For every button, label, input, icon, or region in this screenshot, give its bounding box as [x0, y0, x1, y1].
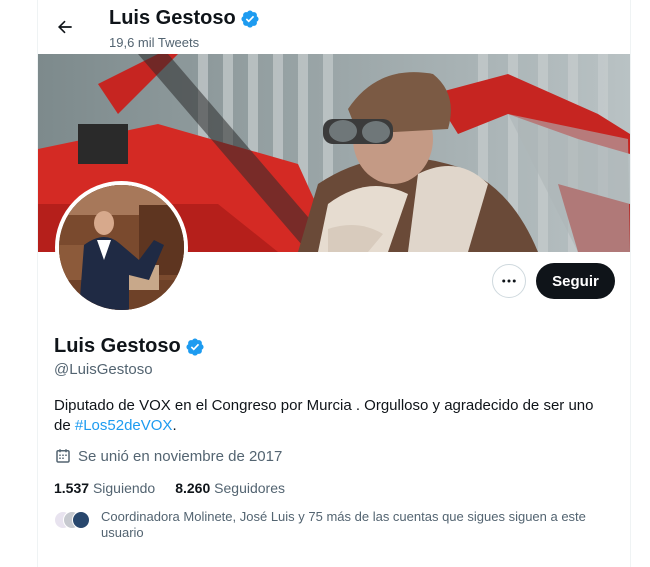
- bio-hashtag-link[interactable]: #Los52deVOX: [75, 417, 173, 434]
- profile-avatar[interactable]: [55, 181, 188, 314]
- following-count: 1.537: [54, 480, 90, 496]
- followers-label: Seguidores: [214, 480, 285, 496]
- tweet-count: 19,6 mil Tweets: [109, 35, 200, 50]
- profile-column: Luis Gestoso 19,6 mil Tweets Seguir Luis…: [37, 0, 631, 567]
- followers-count: 8.260: [175, 480, 211, 496]
- follow-stats: 1.537 Siguiendo 8.260 Seguidores: [54, 480, 285, 496]
- profile-handle: @LuisGestoso: [54, 361, 153, 378]
- verified-badge-icon: [186, 337, 204, 356]
- header-name: Luis Gestoso: [109, 7, 236, 29]
- profile-name: Luis Gestoso: [54, 335, 205, 358]
- back-button[interactable]: [48, 10, 82, 44]
- join-date: Se unió en noviembre de 2017: [54, 447, 282, 465]
- more-icon: [502, 279, 516, 283]
- avatar-image: [59, 185, 184, 310]
- following-label: Siguiendo: [92, 480, 156, 496]
- back-arrow-icon: [58, 20, 72, 34]
- join-date-text: Se unió en noviembre de 2017: [78, 447, 283, 465]
- more-options-button[interactable]: [492, 264, 526, 298]
- followed-by-text[interactable]: Coordinadora Molinete, José Luis y 75 má…: [101, 509, 601, 541]
- follow-button[interactable]: Seguir: [536, 263, 615, 299]
- followed-by-avatars: [54, 511, 90, 529]
- mini-avatar: [72, 511, 90, 529]
- calendar-icon: [56, 449, 70, 463]
- header-title: Luis Gestoso: [109, 7, 260, 30]
- bio-end: .: [172, 417, 177, 434]
- following-link[interactable]: 1.537 Siguiendo: [54, 480, 155, 496]
- followers-link[interactable]: 8.260 Seguidores: [175, 480, 285, 496]
- profile-header-bar: Luis Gestoso 19,6 mil Tweets: [38, 0, 630, 54]
- profile-bio: Diputado de VOX en el Congreso por Murci…: [54, 396, 614, 436]
- profile-name-text: Luis Gestoso: [54, 335, 181, 357]
- verified-badge-icon: [241, 9, 259, 28]
